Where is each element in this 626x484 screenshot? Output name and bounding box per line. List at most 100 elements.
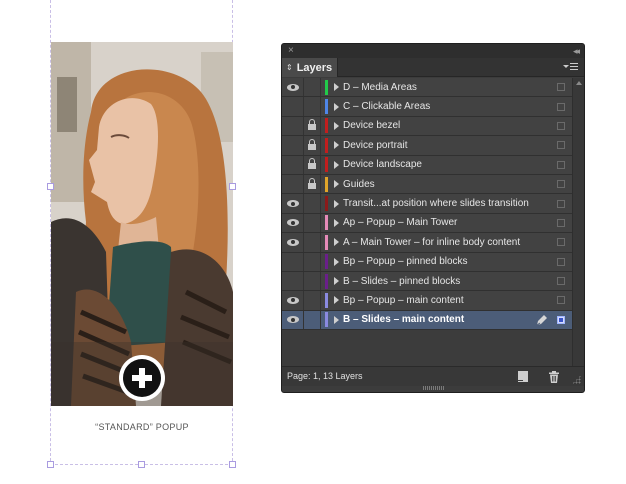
layer-row[interactable]: B – Slides – pinned blocks bbox=[282, 271, 572, 292]
close-icon[interactable]: × bbox=[288, 44, 294, 58]
lock-icon bbox=[308, 158, 316, 170]
visibility-toggle[interactable] bbox=[282, 78, 304, 97]
layer-row[interactable]: B – Slides – main content bbox=[282, 310, 572, 331]
layer-row[interactable]: C – Clickable Areas bbox=[282, 97, 572, 117]
selection-box[interactable] bbox=[557, 257, 565, 266]
visibility-toggle[interactable] bbox=[282, 97, 304, 116]
selection-box[interactable] bbox=[557, 102, 565, 111]
lock-toggle[interactable] bbox=[304, 78, 321, 97]
panel-resize-handle[interactable] bbox=[423, 386, 445, 390]
lock-toggle[interactable] bbox=[304, 194, 321, 213]
layer-list: D – Media Areas C – Clickable Areas Device… bbox=[282, 78, 572, 331]
resize-handle-left[interactable] bbox=[47, 183, 54, 190]
visibility-toggle[interactable] bbox=[282, 174, 304, 194]
selection-box[interactable] bbox=[557, 180, 565, 189]
resize-grip-icon[interactable] bbox=[572, 375, 581, 384]
selection-box[interactable] bbox=[557, 141, 565, 150]
layer-row[interactable]: Device portrait bbox=[282, 136, 572, 156]
resize-handle-bottom-left[interactable] bbox=[47, 461, 54, 468]
layer-color-swatch bbox=[325, 254, 328, 270]
tab-arrows-icon: ⇕ bbox=[286, 62, 293, 72]
expand-triangle-icon[interactable] bbox=[334, 102, 339, 111]
layer-row[interactable]: D – Media Areas bbox=[282, 78, 572, 98]
expand-triangle-icon[interactable] bbox=[334, 315, 339, 324]
layer-color-swatch bbox=[325, 196, 328, 212]
visibility-toggle[interactable] bbox=[282, 116, 304, 136]
panel-menu-icon[interactable] bbox=[563, 62, 579, 73]
scroll-up-icon[interactable] bbox=[576, 81, 582, 85]
selection-box[interactable] bbox=[557, 296, 565, 305]
visibility-toggle[interactable] bbox=[282, 310, 304, 330]
expand-triangle-icon[interactable] bbox=[334, 296, 339, 305]
scrollbar[interactable] bbox=[572, 78, 584, 375]
selection-box[interactable] bbox=[557, 277, 565, 286]
selection-box[interactable] bbox=[557, 238, 565, 247]
layer-row[interactable]: Ap – Popup – Main Tower bbox=[282, 213, 572, 234]
visibility-toggle[interactable] bbox=[282, 291, 304, 310]
lock-toggle[interactable] bbox=[304, 291, 321, 310]
visibility-toggle[interactable] bbox=[282, 155, 304, 174]
panel-titlebar: × ◂◂ bbox=[282, 44, 584, 58]
visibility-toggle[interactable] bbox=[282, 213, 304, 233]
layer-row[interactable]: Bp – Popup – main content bbox=[282, 291, 572, 311]
selection-box[interactable] bbox=[557, 121, 565, 130]
layer-row[interactable]: Device landscape bbox=[282, 155, 572, 175]
status-text: Page: 1, 13 Layers bbox=[287, 371, 363, 381]
layer-name: Device bezel bbox=[343, 120, 401, 132]
expand-triangle-icon[interactable] bbox=[334, 83, 339, 92]
visibility-toggle[interactable] bbox=[282, 233, 304, 252]
resize-handle-bottom-right[interactable] bbox=[229, 461, 236, 468]
layer-name: Ap – Popup – Main Tower bbox=[343, 217, 458, 229]
lock-toggle[interactable] bbox=[304, 116, 321, 136]
lock-toggle[interactable] bbox=[304, 271, 321, 291]
lock-toggle[interactable] bbox=[304, 174, 321, 194]
tab-layers[interactable]: ⇕ Layers bbox=[282, 58, 338, 77]
visibility-toggle[interactable] bbox=[282, 271, 304, 291]
lock-toggle[interactable] bbox=[304, 310, 321, 330]
layer-row[interactable]: Transit...at position where slides trans… bbox=[282, 194, 572, 214]
selection-box[interactable] bbox=[557, 199, 565, 208]
expand-triangle-icon[interactable] bbox=[334, 141, 339, 150]
visibility-toggle[interactable] bbox=[282, 194, 304, 213]
lock-toggle[interactable] bbox=[304, 213, 321, 233]
lock-toggle[interactable] bbox=[304, 233, 321, 252]
selection-box[interactable] bbox=[557, 83, 565, 92]
layer-row[interactable]: Guides bbox=[282, 174, 572, 195]
plus-icon bbox=[123, 359, 161, 397]
visibility-toggle[interactable] bbox=[282, 252, 304, 271]
layer-color-swatch bbox=[325, 176, 328, 192]
lock-icon bbox=[308, 177, 316, 189]
layer-color-swatch bbox=[325, 79, 328, 95]
layer-row[interactable]: Bp – Popup – pinned blocks bbox=[282, 252, 572, 272]
visibility-toggle[interactable] bbox=[282, 136, 304, 155]
layer-row[interactable]: A – Main Tower – for inline body content bbox=[282, 233, 572, 253]
lock-toggle[interactable] bbox=[304, 97, 321, 116]
expand-triangle-icon[interactable] bbox=[334, 218, 339, 227]
selection-box[interactable] bbox=[557, 160, 565, 169]
layer-color-swatch bbox=[325, 234, 328, 250]
selection-box[interactable] bbox=[557, 218, 565, 227]
new-layer-icon[interactable] bbox=[516, 371, 528, 382]
selection-box[interactable] bbox=[557, 315, 565, 324]
plus-circle-icon[interactable] bbox=[119, 355, 165, 401]
layer-color-swatch bbox=[325, 157, 328, 173]
expand-triangle-icon[interactable] bbox=[334, 257, 339, 266]
expand-triangle-icon[interactable] bbox=[334, 199, 339, 208]
resize-handle-bottom[interactable] bbox=[138, 461, 145, 468]
lock-toggle[interactable] bbox=[304, 155, 321, 174]
trash-icon[interactable] bbox=[548, 371, 560, 383]
expand-triangle-icon[interactable] bbox=[334, 160, 339, 169]
expand-triangle-icon[interactable] bbox=[334, 277, 339, 286]
layer-color-swatch bbox=[325, 215, 328, 231]
resize-handle-right[interactable] bbox=[229, 183, 236, 190]
layer-color-swatch bbox=[325, 118, 328, 134]
eye-icon bbox=[286, 238, 299, 246]
lock-toggle[interactable] bbox=[304, 136, 321, 155]
layer-row[interactable]: Device bezel bbox=[282, 116, 572, 137]
collapse-icon[interactable]: ◂◂ bbox=[573, 44, 580, 58]
lock-toggle[interactable] bbox=[304, 252, 321, 271]
expand-triangle-icon[interactable] bbox=[334, 180, 339, 189]
expand-triangle-icon[interactable] bbox=[334, 121, 339, 130]
eye-icon bbox=[286, 219, 299, 227]
expand-triangle-icon[interactable] bbox=[334, 238, 339, 247]
